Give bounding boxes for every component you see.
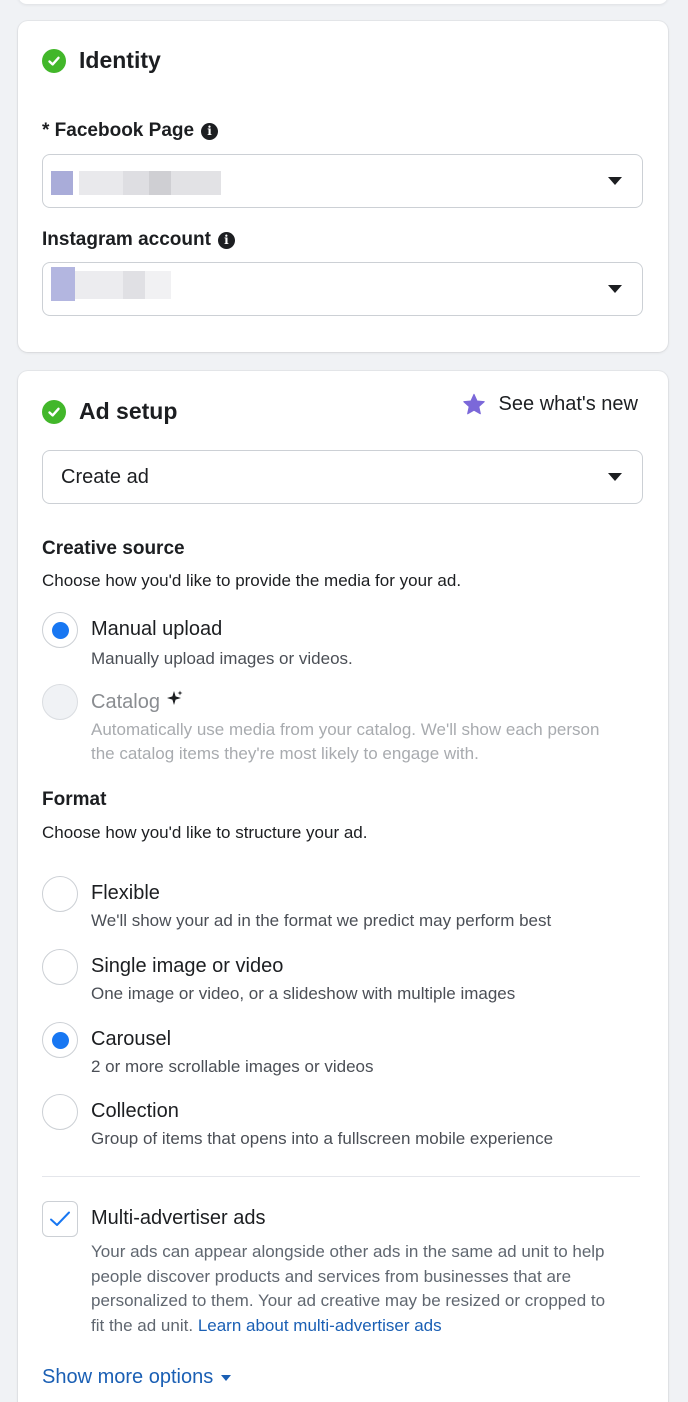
ad-setup-title: Ad setup xyxy=(42,398,177,425)
facebook-page-select[interactable] xyxy=(42,154,643,208)
redacted-text xyxy=(123,171,149,195)
format-single-image-title: Single image or video xyxy=(91,955,284,977)
instagram-account-label: Instagram account i xyxy=(42,229,235,251)
catalog-desc-line-1: Automatically use media from your catalo… xyxy=(91,720,600,739)
previous-card-edge xyxy=(18,0,668,4)
chevron-down-icon xyxy=(221,1374,232,1381)
learn-multi-advertiser-link[interactable]: Learn about multi-advertiser ads xyxy=(198,1316,442,1335)
chevron-down-icon xyxy=(608,177,622,185)
format-single-image-radio[interactable] xyxy=(42,949,78,985)
success-check-icon xyxy=(42,399,66,424)
multi-advertiser-desc: Your ads can appear alongside other ads … xyxy=(91,1240,651,1338)
show-more-options-button[interactable]: Show more options xyxy=(42,1366,232,1389)
format-collection-desc: Group of items that opens into a fullscr… xyxy=(91,1129,554,1148)
identity-title-text: Identity xyxy=(79,47,161,73)
redacted-text xyxy=(171,171,221,195)
format-collection-radio[interactable] xyxy=(42,1094,78,1130)
redacted-text xyxy=(75,271,123,299)
creative-source-heading: Creative source xyxy=(42,538,185,559)
redacted-text xyxy=(145,271,171,299)
ad-setup-title-text: Ad setup xyxy=(79,398,178,424)
creative-source-subtext: Choose how you'd like to provide the med… xyxy=(42,571,462,590)
redacted-text xyxy=(123,271,145,299)
multi-advertiser-label: Multi-advertiser ads xyxy=(91,1207,266,1229)
ad-setup-card: Ad setup See what's new Create ad Creati… xyxy=(18,371,668,1402)
chevron-down-icon xyxy=(608,473,622,481)
show-more-options-text: Show more options xyxy=(42,1366,214,1388)
facebook-page-label: * Facebook Page i xyxy=(42,120,219,142)
section-divider xyxy=(42,1176,640,1177)
checkmark-icon xyxy=(50,1211,70,1226)
catalog-title: Catalog xyxy=(91,690,184,714)
format-carousel-desc: 2 or more scrollable images or videos xyxy=(91,1057,374,1076)
multi-advertiser-desc-line-3: personalized to them. Your ad creative m… xyxy=(91,1291,606,1310)
instagram-account-label-text: Instagram account xyxy=(42,229,211,250)
create-ad-select-value: Create ad xyxy=(61,466,149,488)
multi-advertiser-checkbox[interactable] xyxy=(42,1201,78,1237)
page-avatar-redacted xyxy=(51,171,73,195)
catalog-title-text: Catalog xyxy=(91,691,160,713)
instagram-account-select[interactable] xyxy=(42,262,643,316)
identity-card: Identity * Facebook Page i Instagram acc… xyxy=(18,21,668,352)
format-carousel-title: Carousel xyxy=(91,1028,172,1050)
format-flexible-radio[interactable] xyxy=(42,876,78,912)
format-collection-title: Collection xyxy=(91,1100,179,1122)
facebook-page-label-text: * Facebook Page xyxy=(42,120,195,141)
sparkle-icon xyxy=(166,690,183,705)
multi-advertiser-desc-line-2: people discover products and services fr… xyxy=(91,1266,572,1286)
format-flexible-title: Flexible xyxy=(91,882,160,904)
manual-upload-radio[interactable] xyxy=(42,612,78,648)
format-flexible-desc: We'll show your ad in the format we pred… xyxy=(91,911,552,930)
see-whats-new-text: See what's new xyxy=(498,393,638,415)
format-subtext: Choose how you'd like to structure your … xyxy=(42,823,368,842)
catalog-radio[interactable] xyxy=(42,684,78,720)
star-icon xyxy=(462,393,485,415)
success-check-icon xyxy=(42,48,66,73)
info-icon[interactable]: i xyxy=(217,231,235,249)
format-heading: Format xyxy=(42,789,107,810)
chevron-down-icon xyxy=(608,285,622,293)
info-icon[interactable]: i xyxy=(201,122,219,140)
see-whats-new-link[interactable]: See what's new xyxy=(461,392,638,417)
multi-advertiser-desc-line-4: fit the ad unit. Learn about multi-adver… xyxy=(91,1314,651,1339)
create-ad-select[interactable]: Create ad xyxy=(42,450,643,504)
identity-title: Identity xyxy=(42,47,161,74)
catalog-desc-line-2: the catalog items they're most likely to… xyxy=(91,744,479,763)
redacted-text xyxy=(149,171,171,195)
format-single-image-desc: One image or video, or a slideshow with … xyxy=(91,984,516,1003)
format-carousel-radio[interactable] xyxy=(42,1022,78,1058)
manual-upload-title: Manual upload xyxy=(91,618,223,640)
manual-upload-desc: Manually upload images or videos. xyxy=(91,649,353,668)
multi-advertiser-desc-line-1: Your ads can appear alongside other ads … xyxy=(91,1242,605,1261)
redacted-text xyxy=(79,171,123,195)
multi-advertiser-desc-line-4-text: fit the ad unit. xyxy=(91,1315,194,1335)
account-avatar-redacted xyxy=(51,267,75,301)
